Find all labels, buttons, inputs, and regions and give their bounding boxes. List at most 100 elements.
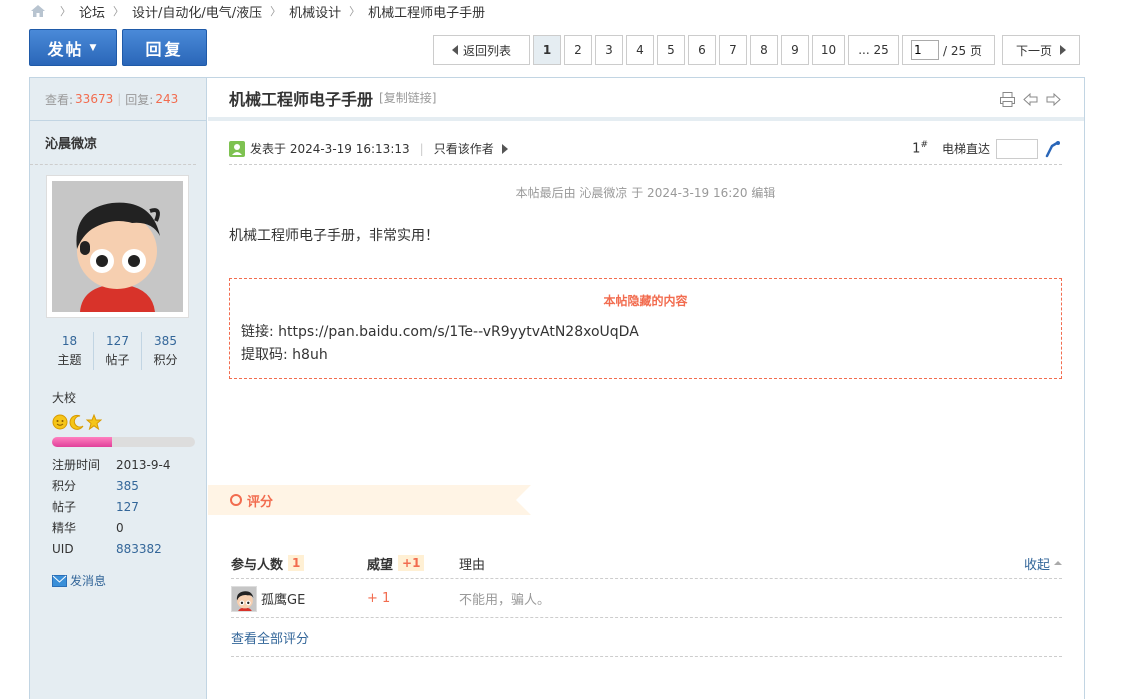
- replies-count: 243: [155, 92, 179, 106]
- elevator-input[interactable]: [996, 138, 1038, 159]
- divider: |: [419, 141, 424, 156]
- page-link[interactable]: 6: [688, 35, 716, 65]
- count-label: 帖子: [105, 353, 130, 367]
- view-all-ratings-link[interactable]: 查看全部评分: [231, 619, 1062, 657]
- previous-thread-icon[interactable]: [1022, 91, 1039, 108]
- page-link[interactable]: 5: [657, 35, 685, 65]
- hidden-content-title: 本帖隐藏的内容: [603, 294, 688, 308]
- only-author-link[interactable]: 只看该作者: [434, 140, 494, 157]
- rater-avatar: [231, 585, 257, 612]
- count-value: 127: [106, 334, 129, 348]
- count-posts[interactable]: 127 帖子: [94, 332, 142, 370]
- rating-circle-icon: [230, 494, 242, 506]
- info-value: 0: [116, 520, 124, 535]
- breadcrumb-category[interactable]: 设计/自动化/电气/液压: [132, 2, 262, 21]
- page-link[interactable]: 4: [626, 35, 654, 65]
- elevator-label: 电梯直达: [941, 142, 990, 156]
- title-tools: [999, 91, 1062, 108]
- breadcrumb-sep: 〉: [270, 5, 282, 18]
- post-time: 发表于 2024-3-19 16:13:13: [250, 142, 410, 156]
- views-count: 33673: [75, 92, 114, 106]
- info-value[interactable]: 127: [116, 500, 139, 514]
- count-credits[interactable]: 385 积分: [142, 332, 189, 370]
- next-thread-icon[interactable]: [1045, 91, 1062, 108]
- participants-label: 参与人数: [231, 557, 284, 573]
- reply-button[interactable]: 回复: [122, 29, 207, 66]
- back-to-list-button[interactable]: 返回列表: [433, 35, 530, 65]
- info-value: 2013-9-4: [116, 457, 171, 472]
- thread-stats: 查看: 33673 | 回复: 243: [30, 78, 206, 121]
- prestige: 威望 +1: [367, 554, 459, 573]
- info-key: 注册时间: [52, 458, 101, 472]
- post-floor-tools: 1# 电梯直达: [912, 138, 1062, 159]
- online-user-icon: [229, 140, 245, 157]
- sun-icon: [52, 414, 68, 430]
- moon-icon: [69, 414, 84, 430]
- page-jump-input[interactable]: [911, 40, 939, 60]
- info-row: 帖子 127: [52, 496, 197, 517]
- breadcrumb: 〉 论坛 〉 设计/自动化/电气/液压 〉 机械设计 〉 机械工程师电子手册: [30, 0, 485, 22]
- author-sidebar: 查看: 33673 | 回复: 243 沁晨微凉 18 主题 127 帖子 38…: [30, 78, 207, 699]
- breadcrumb-forum[interactable]: 论坛: [79, 2, 105, 21]
- hidden-content-box: 本帖隐藏的内容 链接: https://pan.baidu.com/s/1Te-…: [229, 278, 1062, 379]
- author-info: 注册时间 2013-9-4 积分 385 帖子 127 精华 0 UID 883382: [52, 454, 197, 559]
- author-name[interactable]: 沁晨微凉: [30, 121, 196, 165]
- share-code-text: 提取码: h8uh: [241, 347, 328, 363]
- page-link[interactable]: 7: [719, 35, 747, 65]
- collapse-rating-button[interactable]: 收起: [1024, 554, 1062, 573]
- info-value[interactable]: 883382: [116, 542, 162, 556]
- page-link[interactable]: 10: [812, 35, 845, 65]
- share-link-text[interactable]: 链接: https://pan.baidu.com/s/1Te--vR9yytv…: [241, 321, 1061, 344]
- next-page-button[interactable]: 下一页: [1002, 35, 1080, 65]
- rating-header: 参与人数 1 威望 +1 理由 收起: [231, 548, 1062, 579]
- participants-count: 1: [288, 555, 305, 571]
- new-post-button[interactable]: 发帖 ▼: [29, 29, 117, 66]
- info-value[interactable]: 385: [116, 479, 139, 493]
- chevron-down-icon: ▼: [89, 42, 99, 53]
- back-to-list-label: 返回列表: [462, 43, 511, 58]
- views-label: 查看:: [45, 92, 74, 107]
- page-link[interactable]: 9: [781, 35, 809, 65]
- page-link[interactable]: 2: [564, 35, 592, 65]
- avatar-image: [52, 181, 183, 312]
- last-page-link[interactable]: ... 25: [848, 35, 899, 65]
- rater[interactable]: 孤鹰GE: [231, 585, 367, 612]
- rating-tab-label: 评分: [247, 494, 274, 510]
- page-link[interactable]: 1: [533, 35, 561, 65]
- info-row: 注册时间 2013-9-4: [52, 454, 197, 475]
- go-elevator-icon[interactable]: [1044, 140, 1062, 158]
- avatar[interactable]: [46, 175, 189, 318]
- page-link[interactable]: 8: [750, 35, 778, 65]
- post-meta: 发表于 2024-3-19 16:13:13 | 只看该作者 1# 电梯直达: [229, 133, 1062, 165]
- reply-label: 回复: [145, 39, 184, 59]
- breadcrumb-sep: 〉: [113, 5, 125, 18]
- prestige-label: 威望: [367, 557, 394, 573]
- participants: 参与人数 1: [231, 554, 367, 573]
- chevron-up-icon: [1054, 561, 1062, 565]
- thread-title-bar: 机械工程师电子手册 [复制链接]: [208, 78, 1084, 121]
- author-rank: 大校: [52, 391, 77, 405]
- copy-link-button[interactable]: [复制链接]: [379, 89, 436, 106]
- print-icon[interactable]: [999, 91, 1016, 108]
- envelope-icon: [52, 574, 67, 587]
- thread-title: 机械工程师电子手册: [229, 89, 374, 109]
- send-message-link[interactable]: 发消息: [52, 572, 106, 589]
- arrow-left-icon: [451, 45, 458, 55]
- count-threads[interactable]: 18 主题: [46, 332, 94, 370]
- info-key: 积分: [52, 479, 77, 493]
- breadcrumb-thread[interactable]: 机械工程师电子手册: [368, 2, 485, 21]
- replies-label: 回复:: [125, 92, 154, 107]
- breadcrumb-sep: 〉: [60, 5, 71, 18]
- divider: |: [117, 92, 122, 106]
- breadcrumb-board[interactable]: 机械设计: [289, 2, 341, 21]
- rating-tab: 评分: [208, 485, 531, 515]
- rating-reason: 不能用，骗人。: [459, 593, 551, 608]
- page-jump: / 25 页: [902, 35, 995, 65]
- count-label: 积分: [153, 353, 178, 367]
- info-row: 积分 385: [52, 475, 197, 496]
- cartoon-avatar-icon: [52, 181, 183, 312]
- page-total: / 25 页: [943, 43, 982, 58]
- page-link[interactable]: 3: [595, 35, 623, 65]
- next-page-label: 下一页: [1015, 43, 1052, 58]
- home-icon[interactable]: [30, 4, 46, 18]
